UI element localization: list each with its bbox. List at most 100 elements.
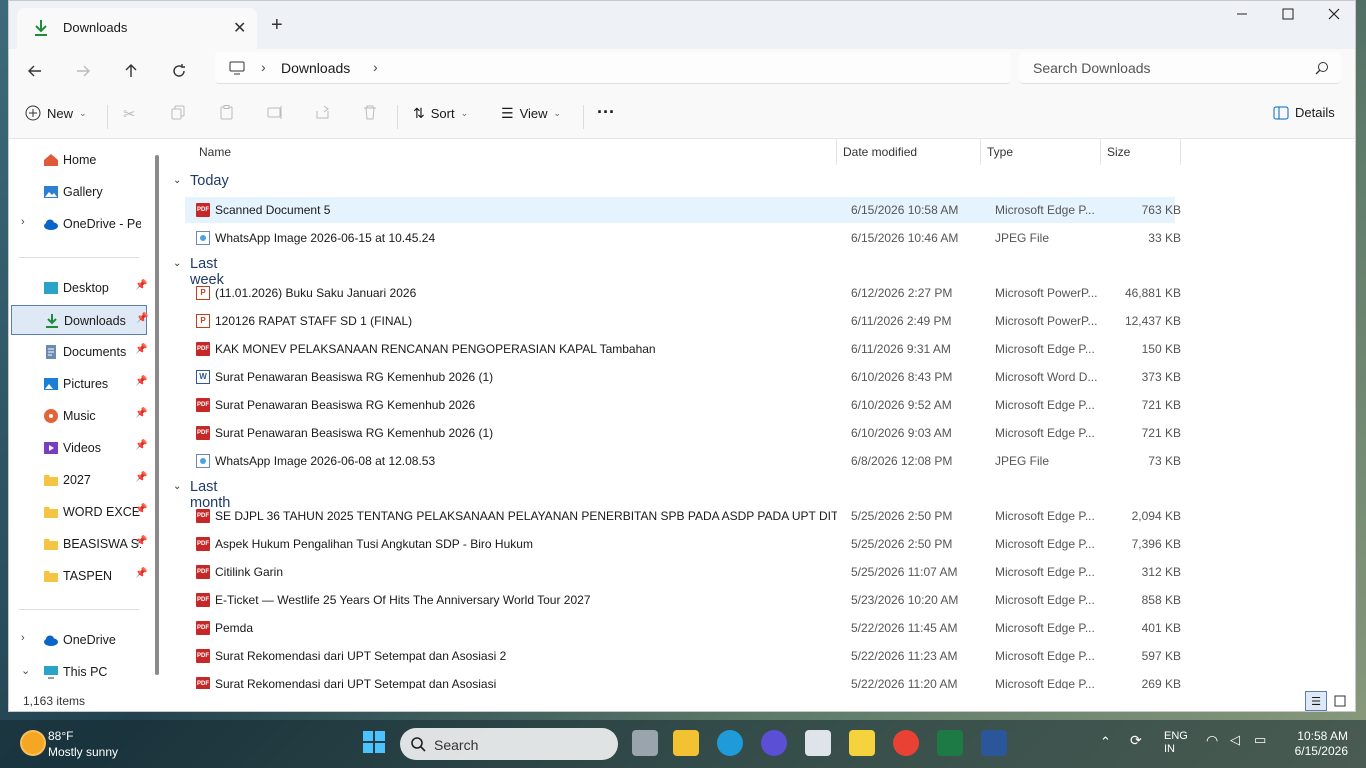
file-row[interactable]: PDF Surat Penawaran Beasiswa RG Kemenhub …: [185, 392, 1181, 418]
sidebar-scrollbar[interactable]: [155, 155, 159, 675]
search-input[interactable]: Search Downloads: [1019, 52, 1341, 84]
sidebar-item-folder-taspen[interactable]: TASPEN 📌: [11, 561, 147, 591]
file-row[interactable]: PDF Surat Penawaran Beasiswa RG Kemenhub …: [185, 420, 1181, 446]
sidebar-item-folder-word-excel[interactable]: WORD EXCEL 📌: [11, 497, 147, 527]
sidebar-item-folder-2027[interactable]: 2027 📌: [11, 465, 147, 495]
column-header-date[interactable]: Date modified: [837, 139, 981, 165]
column-header-type[interactable]: Type: [981, 139, 1101, 165]
battery-icon[interactable]: ▭: [1254, 732, 1266, 748]
file-name: WhatsApp Image 2026-06-15 at 10.45.24: [215, 231, 436, 245]
language-indicator[interactable]: ENG IN: [1164, 730, 1188, 756]
sidebar-item-music[interactable]: Music 📌: [11, 401, 147, 431]
clock[interactable]: 10:58 AM 6/15/2026: [1290, 729, 1348, 759]
sidebar-item-downloads[interactable]: Downloads 📌: [11, 305, 148, 335]
file-row[interactable]: PDF E-Ticket — Westlife 25 Years Of Hits …: [185, 587, 1181, 613]
sidebar-item-onedrive-personal[interactable]: › OneDrive - Perso: [11, 209, 147, 239]
details-button[interactable]: Details: [1273, 105, 1335, 120]
wifi-icon[interactable]: ◠: [1206, 732, 1218, 749]
sidebar-item-label: Pictures: [63, 377, 109, 391]
file-row[interactable]: P 120126 RAPAT STAFF SD 1 (FINAL) 6/11/202…: [185, 308, 1181, 334]
file-row[interactable]: PDF Citilink Garin 5/25/2026 11:07 AM Micro…: [185, 559, 1181, 585]
copy-button[interactable]: [171, 105, 186, 120]
column-header-size[interactable]: Size: [1101, 139, 1181, 165]
camera-app-icon[interactable]: [805, 730, 831, 756]
file-row[interactable]: PDF Pemda 5/22/2026 11:45 AM Microsoft Edge…: [185, 615, 1181, 641]
chevron-right-icon[interactable]: ›: [261, 59, 266, 75]
chrome-app-icon[interactable]: [893, 730, 919, 756]
sidebar-item-desktop[interactable]: Desktop 📌: [11, 273, 147, 303]
up-button[interactable]: [115, 57, 147, 85]
chevron-down-icon[interactable]: ⌄: [21, 664, 30, 677]
word-app-icon[interactable]: [981, 730, 1007, 756]
sidebar-item-this-pc[interactable]: ⌄ This PC: [11, 657, 147, 687]
sidebar-item-documents[interactable]: Documents 📌: [11, 337, 147, 367]
file-row[interactable]: PDF Surat Rekomendasi dari UPT Setempat d…: [185, 643, 1181, 669]
sidebar-item-label: Gallery: [63, 185, 103, 199]
file-type: Microsoft Edge P...: [995, 509, 1095, 523]
file-type: Microsoft Edge P...: [995, 621, 1095, 635]
new-button[interactable]: New ⌄: [25, 105, 87, 121]
address-bar[interactable]: › Downloads ›: [215, 52, 1011, 84]
image-file-icon: [196, 231, 210, 245]
taskbar-search[interactable]: Search: [400, 728, 618, 760]
app-icon[interactable]: [761, 730, 787, 756]
file-row[interactable]: WhatsApp Image 2026-06-08 at 12.08.53 6/8…: [185, 448, 1181, 474]
task-view-app[interactable]: [632, 730, 658, 756]
pdf-file-icon: PDF: [196, 203, 210, 217]
view-label: View: [519, 106, 548, 121]
file-row[interactable]: PDF KAK MONEV PELAKSANAAN RENCANAN PENGOP…: [185, 336, 1181, 362]
file-row[interactable]: P (11.01.2026) Buku Saku Januari 2026 6/12…: [185, 280, 1181, 306]
column-header-name[interactable]: Name: [167, 139, 837, 165]
weather-widget[interactable]: 88°F Mostly sunny: [14, 728, 154, 760]
refresh-button[interactable]: [163, 57, 195, 85]
sidebar-item-gallery[interactable]: Gallery: [11, 177, 147, 207]
minimize-button[interactable]: [1219, 7, 1265, 25]
file-size: 312 KB: [1141, 565, 1181, 579]
close-window-button[interactable]: [1311, 7, 1355, 25]
sort-button[interactable]: ⇅ Sort ⌄: [413, 105, 468, 122]
new-tab-button[interactable]: +: [271, 15, 283, 35]
details-view-button[interactable]: ☰: [1305, 691, 1327, 711]
file-row[interactable]: W Surat Penawaran Beasiswa RG Kemenhub 20…: [185, 364, 1181, 390]
file-row[interactable]: PDF Aspek Hukum Pengalihan Tusi Angkutan …: [185, 531, 1181, 557]
breadcrumb-downloads[interactable]: Downloads: [281, 60, 350, 76]
share-button[interactable]: [315, 105, 331, 120]
close-tab-button[interactable]: ✕: [233, 18, 246, 38]
chevron-right-icon[interactable]: ›: [373, 59, 378, 75]
file-type: Microsoft PowerP...: [995, 286, 1098, 300]
cut-button[interactable]: ✂: [123, 105, 136, 123]
delete-button[interactable]: [363, 105, 377, 120]
view-button[interactable]: ☰ View ⌄: [501, 105, 561, 122]
sidebar-item-pictures[interactable]: Pictures 📌: [11, 369, 147, 399]
sidebar-item-home[interactable]: Home: [11, 145, 147, 175]
file-name: Surat Rekomendasi dari UPT Setempat dan …: [215, 649, 507, 663]
sticky-notes-app-icon[interactable]: [849, 730, 875, 756]
sidebar-item-folder-beasiswa[interactable]: BEASISWA S1 📌: [11, 529, 147, 559]
file-row[interactable]: PDF SE DJPL 36 TAHUN 2025 TENTANG PELAKSA…: [185, 503, 1181, 529]
chevron-right-icon[interactable]: ›: [21, 216, 25, 228]
file-size: 33 KB: [1148, 231, 1181, 245]
file-explorer-app-icon[interactable]: [673, 730, 699, 756]
file-row[interactable]: PDF Surat Rekomendasi dari UPT Setempat d…: [185, 671, 1181, 689]
maximize-button[interactable]: [1265, 7, 1311, 25]
sidebar-item-onedrive[interactable]: › OneDrive: [11, 625, 147, 655]
start-button[interactable]: [362, 730, 388, 756]
tab-downloads[interactable]: Downloads ✕: [17, 8, 257, 49]
more-options-button[interactable]: ···: [597, 102, 615, 123]
sync-icon[interactable]: ⟳: [1130, 732, 1142, 749]
rename-button[interactable]: [267, 105, 283, 120]
excel-app-icon[interactable]: [937, 730, 963, 756]
volume-icon[interactable]: ◁: [1230, 732, 1240, 748]
file-name: (11.01.2026) Buku Saku Januari 2026: [215, 286, 417, 300]
file-row[interactable]: WhatsApp Image 2026-06-15 at 10.45.24 6/1…: [185, 225, 1181, 251]
forward-button[interactable]: [67, 57, 99, 85]
chevron-right-icon[interactable]: ›: [21, 632, 25, 644]
file-row[interactable]: PDF Scanned Document 5 6/15/2026 10:58 AM M…: [185, 197, 1181, 223]
edge-app-icon[interactable]: [717, 730, 743, 756]
tiles-view-button[interactable]: [1329, 691, 1351, 711]
sidebar-item-videos[interactable]: Videos 📌: [11, 433, 147, 463]
chevron-up-icon[interactable]: ⌃: [1100, 734, 1111, 750]
back-button[interactable]: [19, 57, 51, 85]
pdf-file-icon: PDF: [196, 565, 210, 579]
paste-button[interactable]: [219, 105, 234, 120]
